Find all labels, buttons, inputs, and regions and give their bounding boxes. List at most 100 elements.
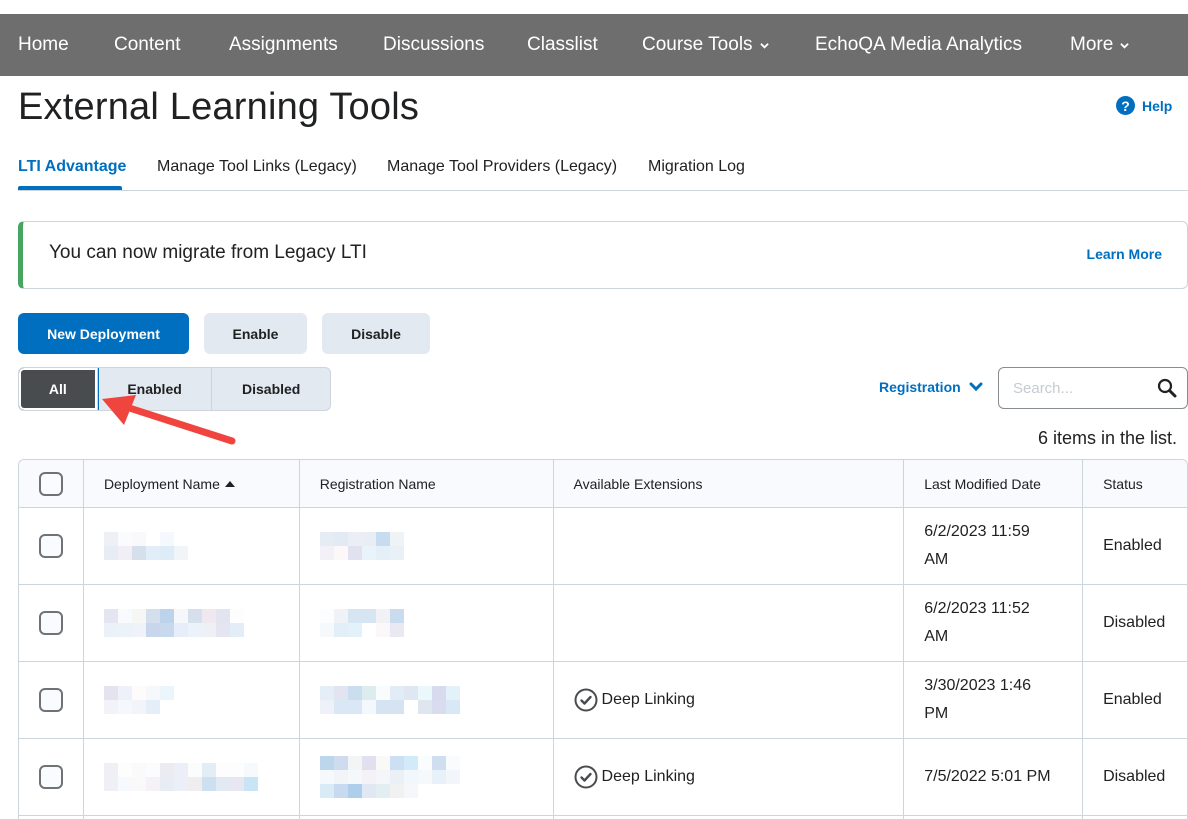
tab-bar: LTI Advantage Manage Tool Links (Legacy)…: [18, 150, 1188, 191]
nav-label: Classlist: [527, 34, 598, 55]
chevron-down-icon: [759, 42, 769, 49]
last-modified-cell: 6/2/2023 11:52 AM: [904, 585, 1084, 661]
row-checkbox[interactable]: [38, 765, 63, 789]
nav-course-tools[interactable]: Course Tools: [642, 14, 769, 76]
status-cell: Enabled: [1083, 508, 1187, 584]
extension-label: Deep Linking: [601, 768, 695, 785]
status-filter: All Enabled Disabled: [18, 367, 331, 411]
search-input[interactable]: [999, 379, 1149, 397]
header-registration-name[interactable]: Registration Name: [300, 460, 554, 507]
active-tab-indicator: [18, 186, 122, 190]
table-header-row: Deployment Name Registration Name Availa…: [19, 460, 1187, 508]
enable-button[interactable]: Enable: [204, 313, 307, 354]
header-status[interactable]: Status: [1083, 460, 1187, 507]
extensions-cell: Deep Linking: [554, 662, 905, 738]
select-all-cell: [19, 460, 84, 507]
nav-discussions[interactable]: Discussions: [383, 14, 484, 76]
table-row: 6/2/2023 11:52 AM Disabled: [19, 585, 1187, 662]
deployment-name-cell[interactable]: [84, 508, 300, 584]
table-row: Deep Linking 7/5/2022 5:01 PM Disabled: [19, 739, 1187, 816]
nav-label: Assignments: [229, 34, 338, 55]
chevron-down-icon: [969, 382, 983, 392]
new-deployment-button[interactable]: New Deployment: [18, 313, 189, 354]
registration-name-cell: [300, 508, 554, 584]
check-circle-icon: [574, 765, 598, 789]
extension-deep-linking: Deep Linking: [574, 688, 695, 712]
learn-more-link[interactable]: Learn More: [1087, 246, 1162, 262]
redacted-registration-name: [319, 756, 460, 798]
nav-label: Discussions: [383, 34, 485, 55]
nav-label: Content: [114, 34, 181, 55]
nav-label: Course Tools: [642, 34, 753, 55]
nav-more[interactable]: More: [1070, 14, 1130, 76]
filter-enabled[interactable]: Enabled: [98, 368, 213, 410]
status-text: Disabled: [1103, 614, 1166, 631]
redacted-deployment-name: [103, 686, 174, 714]
alert-message: You can now migrate from Legacy LTI: [49, 242, 367, 263]
sort-ascending-icon: [224, 480, 235, 487]
last-modified-date: 3/30/2023 1:46 PM: [924, 677, 1031, 722]
nav-home[interactable]: Home: [18, 14, 69, 76]
nav-classlist[interactable]: Classlist: [527, 14, 598, 76]
header-label: Status: [1103, 475, 1143, 492]
status-cell: Disabled: [1083, 739, 1187, 815]
header-last-modified[interactable]: Last Modified Date: [904, 460, 1084, 507]
migration-alert: You can now migrate from Legacy LTI Lear…: [18, 221, 1188, 289]
deployment-name-cell[interactable]: [84, 739, 300, 815]
registration-name-cell: [300, 662, 554, 738]
extensions-cell: Deep Linking: [554, 739, 905, 815]
registration-name-cell: [300, 585, 554, 661]
table-row: Deep Linking 3/30/2023 1:46 PM Enabled: [19, 662, 1187, 739]
tab-migration-log[interactable]: Migration Log: [648, 158, 745, 176]
extension-deep-linking: Deep Linking: [574, 765, 695, 789]
header-label: Deployment Name: [103, 475, 220, 492]
registration-label: Registration: [879, 379, 961, 395]
search-box: [998, 367, 1188, 409]
last-modified-date: 7/5/2022 5:01 PM: [924, 768, 1051, 785]
course-navbar: Home Content Assignments Discussions Cla…: [0, 14, 1188, 76]
nav-assignments[interactable]: Assignments: [229, 14, 338, 76]
last-modified-cell: 7/5/2022 5:01 PM: [904, 739, 1084, 815]
header-deployment-name[interactable]: Deployment Name: [84, 460, 300, 507]
registration-dropdown[interactable]: Registration: [879, 379, 983, 395]
redacted-registration-name: [319, 609, 404, 637]
help-icon: ?: [1116, 96, 1135, 115]
page-title: External Learning Tools: [18, 86, 420, 128]
select-all-checkbox[interactable]: [38, 471, 63, 496]
tab-manage-tool-links-legacy[interactable]: Manage Tool Links (Legacy): [157, 158, 357, 176]
redacted-registration-name: [319, 686, 460, 714]
tab-manage-tool-providers-legacy[interactable]: Manage Tool Providers (Legacy): [387, 158, 617, 176]
header-available-extensions: Available Extensions: [554, 460, 905, 507]
item-count: 6 items in the list.: [1037, 428, 1177, 448]
status-cell: Enabled: [1083, 662, 1187, 738]
last-modified-cell: 6/2/2023 11:59 AM: [904, 508, 1084, 584]
status-text: Enabled: [1103, 537, 1162, 554]
filter-all[interactable]: All: [19, 368, 98, 410]
extension-label: Deep Linking: [601, 691, 695, 708]
tab-lti-advantage[interactable]: LTI Advantage: [18, 158, 126, 176]
status-text: Disabled: [1103, 768, 1166, 785]
nav-label: EchoQA Media Analytics: [815, 34, 1022, 55]
search-icon[interactable]: [1157, 378, 1177, 398]
nav-echoqa-media-analytics[interactable]: EchoQA Media Analytics: [815, 14, 1022, 76]
filter-disabled[interactable]: Disabled: [212, 368, 330, 410]
extensions-cell: [554, 508, 905, 584]
row-checkbox[interactable]: [38, 534, 63, 558]
row-checkbox[interactable]: [38, 611, 63, 635]
deployment-name-cell[interactable]: [84, 585, 300, 661]
header-label: Last Modified Date: [924, 475, 1041, 492]
row-select-cell: [19, 662, 84, 738]
disable-button[interactable]: Disable: [322, 313, 430, 354]
check-circle-icon: [574, 688, 598, 712]
row-select-cell: [19, 508, 84, 584]
row-checkbox[interactable]: [38, 688, 63, 712]
last-modified-cell: 3/30/2023 1:46 PM: [904, 662, 1084, 738]
row-select-cell: [19, 585, 84, 661]
table-row: 6/2/2023 11:59 AM Enabled: [19, 508, 1187, 585]
last-modified-date: 6/2/2023 11:52 AM: [924, 600, 1030, 645]
deployment-name-cell[interactable]: [84, 662, 300, 738]
redacted-deployment-name: [103, 763, 258, 791]
help-link[interactable]: ? Help: [1116, 96, 1172, 115]
nav-content[interactable]: Content: [114, 14, 181, 76]
redacted-registration-name: [319, 532, 404, 560]
